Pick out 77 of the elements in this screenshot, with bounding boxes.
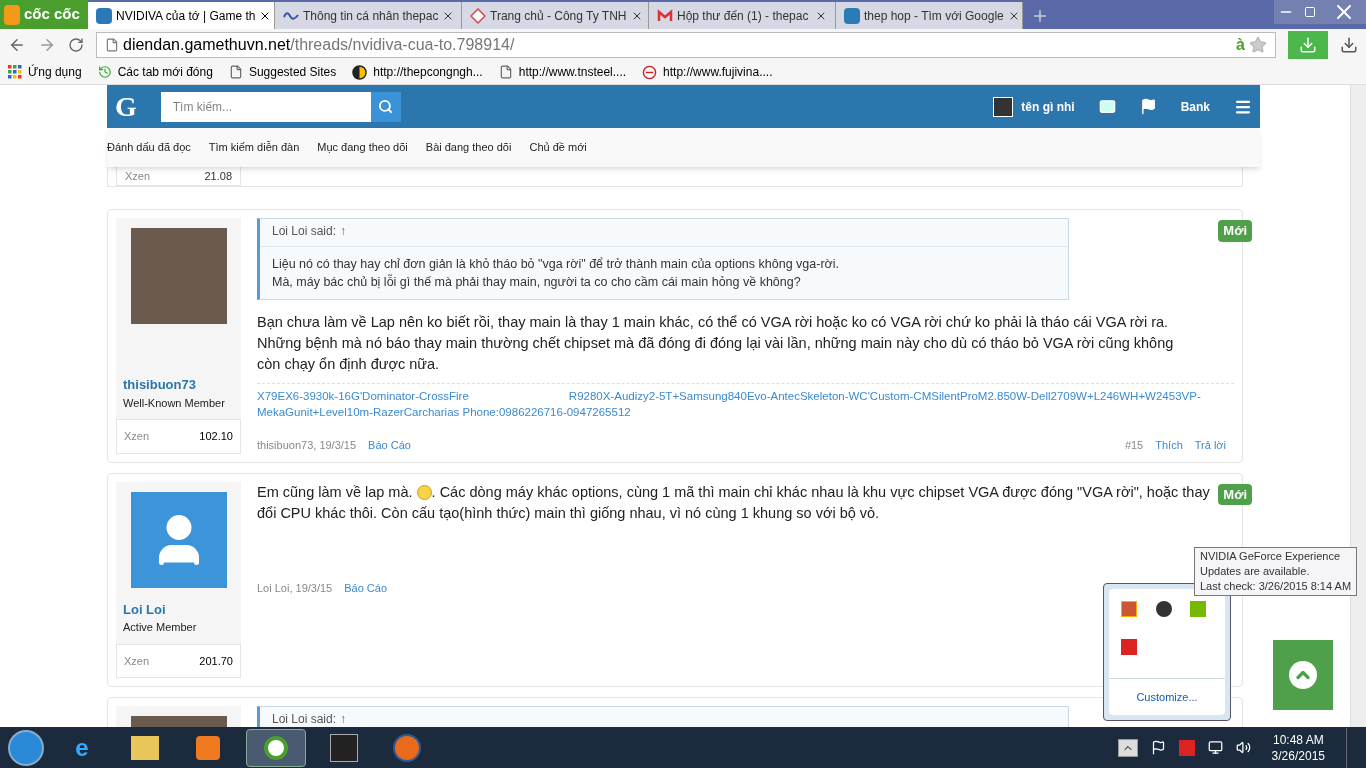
bookmark-item[interactable]: http://thepcongngh...: [352, 63, 483, 81]
envelope-icon: [657, 7, 673, 24]
history-icon: [97, 65, 112, 79]
post-meta: Loi Loi, 19/3/15: [257, 580, 333, 596]
new-badge: Mới: [1218, 483, 1252, 505]
page-icon: [228, 65, 243, 79]
report-link[interactable]: Báo Cáo: [344, 579, 388, 596]
bank-link[interactable]: Bank: [1180, 97, 1210, 116]
new-tab-icon[interactable]: [1031, 7, 1049, 25]
circle-logo-icon: [352, 64, 368, 80]
quote-link[interactable]: ↑: [340, 710, 347, 727]
author-link[interactable]: thisibuon73: [116, 375, 203, 395]
post-meta: thisibuon73, 19/3/15: [257, 438, 357, 453]
e-logo-icon: [642, 64, 658, 80]
nav-link[interactable]: Chủ đề mới: [529, 139, 587, 156]
network-icon[interactable]: [1207, 740, 1223, 755]
reply-link[interactable]: Trả lời: [1194, 437, 1226, 454]
quote-author: Loi Loi said:: [272, 223, 337, 240]
browser-tab[interactable]: Trang chủ - Công Ty TNH: [462, 2, 649, 29]
avatar-silhouette-icon: [130, 491, 227, 588]
flag-icon[interactable]: [1150, 740, 1166, 755]
volume-icon[interactable]: [1235, 740, 1251, 755]
clock[interactable]: 10:48 AM 3/26/2015: [1263, 731, 1333, 764]
quote-text: Liệu nó có thay hay chỉ đơn giản là khỏ tháo bỏ "vga rời" để trở thành main của options không vga-rời. Mà, máy bác chủ bị lỗi gì thế mà phải thay main, người ta co cho cầm cái main hỏng về không?: [271, 256, 840, 291]
show-hidden-icons-button[interactable]: [1117, 738, 1138, 757]
quote-author: Loi Loi said:: [272, 711, 337, 727]
bookmark-item[interactable]: http://www.tnsteel....: [498, 63, 627, 81]
minimize-icon[interactable]: [1274, 0, 1298, 24]
download-icon[interactable]: [1340, 35, 1358, 54]
bookmark-item[interactable]: Các tab mới đóng: [97, 63, 213, 81]
bookmark-item[interactable]: Suggested Sites: [228, 63, 337, 81]
page-icon: [105, 37, 119, 52]
browser-tab[interactable]: Hộp thư đến (1) - thepac: [649, 2, 836, 29]
browser-taskbar-icon[interactable]: e: [57, 729, 107, 766]
user-stats: Xzen 21.08: [116, 167, 241, 186]
download-button[interactable]: [1288, 30, 1328, 59]
address-field[interactable]: diendan.gamethuvn.net/threads/nvidiva-cua-to.798914/ à: [96, 31, 1276, 58]
signature: X79EX6-3930k-16G'Dominator-CrossFire R9280X-Audizy2-5T+Samsung840Evo-AntecSkeleton-WC'Custom-CMSilentProM2.850W-Dell2709W+L246WH+W2453VP- MekaGunit+Level10m-RazerCarcharias Phone:0986226716-0947265512: [257, 383, 1234, 420]
start-button[interactable]: [8, 729, 44, 766]
diamond-icon: [470, 7, 486, 24]
report-link[interactable]: Báo Cáo: [368, 437, 411, 454]
nav-link[interactable]: Đánh dấu đã đọc: [107, 139, 191, 156]
user-title: Active Member: [122, 620, 198, 635]
tooltip: NVIDIA GeForce Experience Updates are available. Last check: 3/26/2015 8:14 AM: [1194, 547, 1358, 596]
new-badge: Mới: [1218, 220, 1252, 242]
nav-link[interactable]: Tìm kiếm diễn đàn: [208, 139, 300, 156]
search-button[interactable]: [370, 91, 401, 122]
bookmark-item[interactable]: Ứng dụng: [8, 63, 82, 81]
bookmark-item[interactable]: http://www.fujivina....: [642, 63, 773, 81]
user-title: Well-Known Member: [122, 395, 226, 411]
user-stats: Xzen 102.10: [116, 419, 241, 454]
browser-tab[interactable]: thep hop - Tìm với Google: [836, 2, 1023, 29]
browser-tab[interactable]: NVIDIVA của tớ | Game th: [88, 2, 275, 29]
apps-grid-icon: [8, 65, 22, 79]
reload-icon[interactable]: [68, 36, 84, 53]
search-field[interactable]: Tìm kiếm...: [160, 91, 371, 122]
user-stats: Xzen 201.70: [116, 643, 241, 678]
scrollbar[interactable]: [1350, 85, 1366, 727]
user-menu[interactable]: tên gì nhỉ: [993, 96, 1075, 117]
nav-link[interactable]: Bài đang theo dõi: [425, 139, 512, 156]
like-link[interactable]: Thích: [1155, 437, 1183, 454]
tray-app-icon[interactable]: [1155, 601, 1172, 617]
browser-tab[interactable]: Thông tin cá nhân thepac: [275, 2, 462, 29]
site-logo[interactable]: G: [115, 85, 137, 128]
close-window-icon[interactable]: [1322, 0, 1366, 24]
search-icon: [378, 99, 394, 114]
quote-link[interactable]: ↑: [340, 222, 347, 240]
bookmark-star-icon[interactable]: [1249, 35, 1267, 54]
download-icon: [1299, 35, 1317, 54]
post-text: Bạn chưa làm về Lap nên ko biết rồi, thay main là thay 1 main khác, có thể có VGA rời hoặc ko có VGA rời chứ ko phải là tháo cái VGA rời ra. Những bệnh mà nó báo thay main thường chết chipset mà đã đóng đi đóng lại vài lần, những main này cho dù có tháo bỏ VGA rời cũng không còn chạy ổn định được nữa.: [257, 313, 1175, 374]
post-number: #15: [1124, 438, 1144, 453]
mail-icon[interactable]: [1098, 98, 1116, 115]
author-link[interactable]: Loi Loi: [116, 599, 173, 619]
nav-link[interactable]: Mục đang theo dõi: [317, 139, 408, 156]
page-icon: [498, 65, 513, 79]
smiley-icon: [416, 485, 432, 501]
scroll-top-button[interactable]: [1273, 640, 1333, 710]
